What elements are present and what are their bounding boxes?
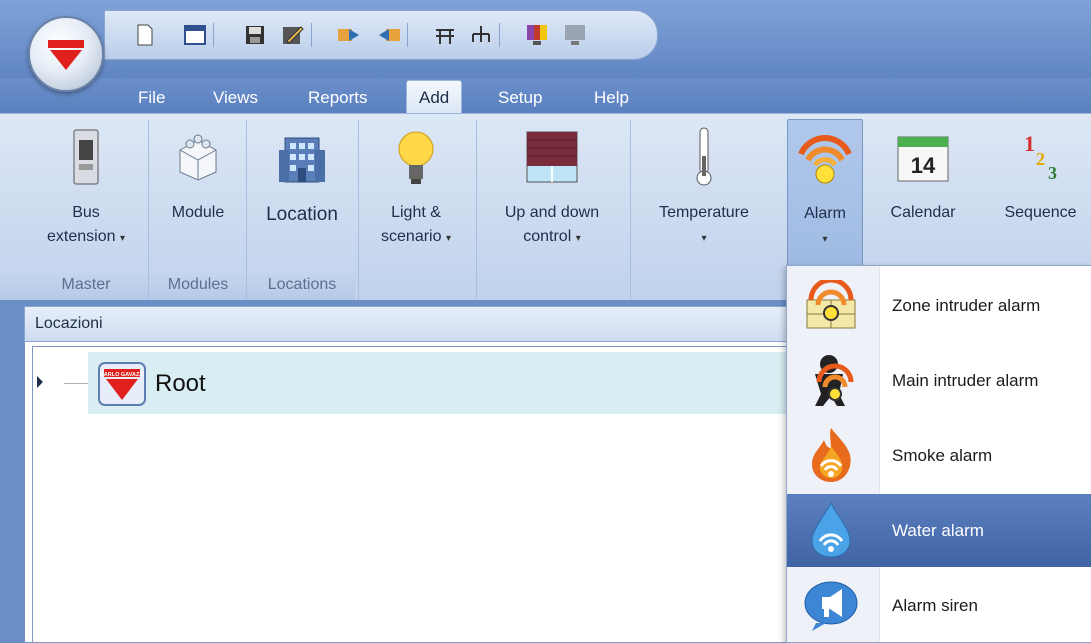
tab-reports[interactable]: Reports bbox=[296, 83, 380, 112]
main-intruder-alarm-icon bbox=[801, 352, 861, 408]
tab-help[interactable]: Help bbox=[582, 83, 641, 112]
location-button[interactable]: Location bbox=[252, 119, 352, 264]
menu-item-smoke-alarm[interactable]: Smoke alarm bbox=[787, 419, 1091, 492]
sequence-digit-2: 2 bbox=[1036, 149, 1045, 169]
root-node-icon: CARLO GAVAZZI bbox=[98, 362, 146, 406]
export-icon[interactable] bbox=[337, 23, 361, 47]
sequence-label: Sequence bbox=[1004, 204, 1077, 221]
tree-connector bbox=[64, 383, 88, 384]
module-icon bbox=[154, 123, 242, 191]
menu-item-zone-intruder-alarm[interactable]: Zone intruder alarm bbox=[787, 269, 1091, 342]
menu-item-alarm-siren[interactable]: Alarm siren bbox=[787, 569, 1091, 642]
menu-item-label: Water alarm bbox=[892, 521, 984, 540]
bus-extension-button[interactable]: Bus extension ▾ bbox=[26, 119, 146, 264]
window-shutter-icon bbox=[482, 123, 622, 191]
quick-access-toolbar bbox=[104, 10, 658, 60]
group-label-modules: Modules bbox=[167, 276, 229, 293]
bus-extension-icon bbox=[26, 123, 146, 191]
light-bulb-icon bbox=[366, 123, 466, 191]
alarm-button[interactable]: Alarm ▾ bbox=[787, 119, 863, 267]
group-label-master: Master bbox=[61, 276, 111, 293]
root-node-label[interactable]: Root bbox=[155, 368, 206, 400]
root-icon-text: CARLO GAVAZZI bbox=[100, 372, 145, 378]
zone-intruder-alarm-icon bbox=[801, 277, 861, 333]
temperature-button[interactable]: Temperature ▾ bbox=[638, 119, 770, 264]
up-down-control-label-2: control bbox=[523, 228, 572, 245]
menu-item-label: Alarm siren bbox=[892, 596, 978, 615]
open-window-icon[interactable] bbox=[183, 23, 207, 47]
brand-logo-icon bbox=[48, 40, 84, 70]
tab-views[interactable]: Views bbox=[201, 83, 270, 112]
water-alarm-icon bbox=[801, 501, 861, 558]
alarm-label: Alarm bbox=[804, 205, 846, 222]
calendar-day-text: 14 bbox=[911, 153, 936, 178]
sequence-digit-1: 1 bbox=[1024, 131, 1035, 156]
monitor-icon[interactable] bbox=[563, 23, 587, 47]
import-icon[interactable] bbox=[377, 23, 401, 47]
menu-item-water-alarm[interactable]: Water alarm bbox=[787, 494, 1091, 567]
smoke-alarm-icon bbox=[801, 427, 861, 483]
panel-title: Locazioni bbox=[35, 315, 103, 332]
save-icon[interactable] bbox=[243, 23, 267, 47]
new-document-icon[interactable] bbox=[133, 23, 157, 47]
light-scenario-label: Light & bbox=[391, 204, 441, 221]
module-label: Module bbox=[171, 204, 225, 221]
sequence-icon: 1 2 3 bbox=[990, 123, 1091, 191]
row-selector-icon bbox=[37, 376, 43, 388]
building-icon bbox=[252, 123, 352, 191]
menu-item-label: Zone intruder alarm bbox=[892, 296, 1041, 315]
topology-icon[interactable] bbox=[469, 23, 493, 47]
thermometer-icon bbox=[638, 123, 770, 191]
module-button[interactable]: Module bbox=[154, 119, 242, 264]
location-label: Location bbox=[266, 204, 338, 225]
bus-extension-label-2: extension bbox=[47, 228, 116, 245]
alarm-wave-icon bbox=[788, 124, 862, 192]
up-down-control-label: Up and down bbox=[504, 204, 600, 221]
menu-item-label: Smoke alarm bbox=[892, 446, 993, 465]
tab-file[interactable]: File bbox=[126, 83, 177, 112]
calendar-button[interactable]: 14 Calendar bbox=[876, 119, 970, 264]
light-scenario-label-2: scenario bbox=[381, 228, 442, 245]
color-monitor-icon[interactable] bbox=[525, 23, 549, 47]
temperature-label: Temperature bbox=[659, 204, 749, 221]
edit-icon[interactable] bbox=[281, 23, 305, 47]
tab-setup[interactable]: Setup bbox=[486, 83, 554, 112]
menu-item-main-intruder-alarm[interactable]: Main intruder alarm bbox=[787, 344, 1091, 417]
up-down-control-button[interactable]: Up and down control ▾ bbox=[482, 119, 622, 264]
alarm-dropdown-menu: Zone intruder alarm Main intruder alarm … bbox=[786, 265, 1091, 643]
group-label-locations: Locations bbox=[267, 276, 337, 293]
light-scenario-button[interactable]: Light & scenario ▾ bbox=[366, 119, 466, 264]
application-menu-button[interactable] bbox=[28, 16, 104, 92]
sequence-button[interactable]: 1 2 3 Sequence bbox=[990, 119, 1091, 264]
alarm-siren-icon bbox=[801, 577, 861, 633]
menu-item-label: Main intruder alarm bbox=[892, 371, 1039, 390]
left-splitter bbox=[0, 300, 24, 641]
sequence-digit-3: 3 bbox=[1048, 163, 1057, 183]
tab-add[interactable]: Add bbox=[406, 80, 463, 114]
network-icon[interactable] bbox=[433, 23, 457, 47]
calendar-icon: 14 bbox=[876, 123, 970, 191]
bus-extension-label: Bus bbox=[72, 204, 100, 221]
calendar-label: Calendar bbox=[890, 204, 956, 221]
